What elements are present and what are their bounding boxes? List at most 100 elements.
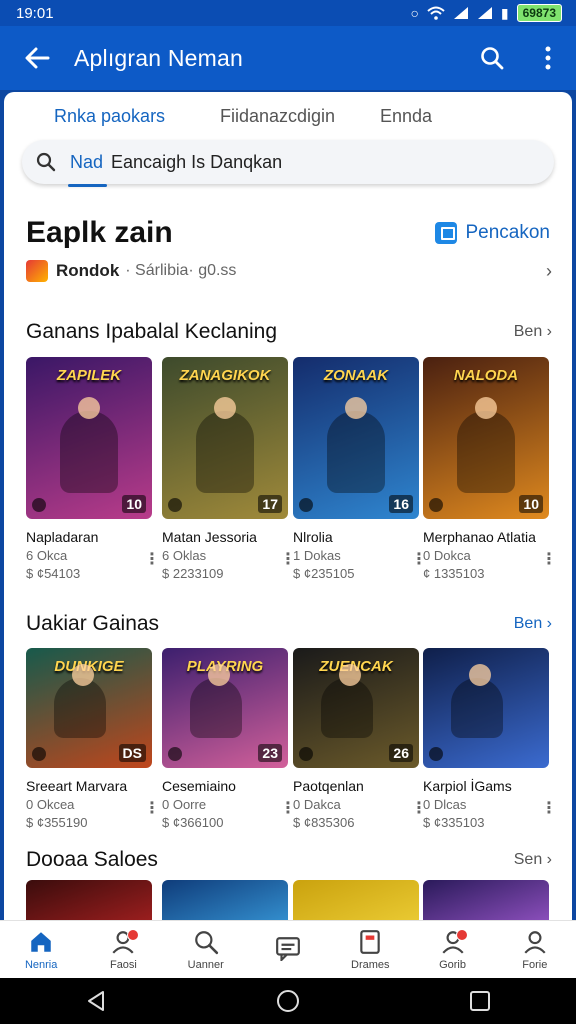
bookmark-icon — [360, 929, 381, 954]
platform-icon — [32, 747, 46, 761]
rating-badge: 26 — [389, 744, 413, 762]
card-more-icon[interactable]: ⋮ — [144, 549, 160, 569]
notification-badge — [126, 929, 139, 941]
game-thumbnail[interactable] — [423, 880, 549, 920]
rating-badge: DS — [118, 744, 146, 762]
card-more-icon[interactable]: ⋮ — [541, 798, 557, 818]
tab-rnka-paokars[interactable]: Rnka paokars — [54, 106, 165, 127]
nav-item[interactable]: Drames — [329, 921, 411, 978]
game-thumbnail[interactable]: ZUENCAK 26 — [293, 648, 419, 768]
chevron-right-icon: › — [546, 260, 552, 281]
see-more-link[interactable]: Sen › — [514, 851, 552, 869]
game-downloads: 0 Oorre — [162, 797, 207, 812]
rating-badge: 23 — [258, 744, 282, 762]
wifi-icon — [427, 6, 445, 20]
game-card[interactable]: DUNKIGE DS Sreeart Marvara 0 Okcea $ ¢355190… — [26, 648, 160, 830]
nav-item[interactable] — [247, 921, 329, 978]
game-thumbnail[interactable] — [423, 648, 549, 768]
search-input[interactable]: Eancaigh Is Danqkan — [111, 152, 282, 173]
game-thumbnail[interactable]: ZONAAK 16 — [293, 357, 419, 519]
game-thumbnail[interactable] — [26, 880, 152, 920]
status-icons: ○ ▮ 69873 — [410, 4, 562, 22]
section-title: Uakiar Gainas — [26, 612, 160, 635]
game-thumbnail[interactable]: ZANAGIKOK 17 — [162, 357, 288, 519]
see-more-link[interactable]: Ben › — [514, 615, 552, 633]
game-card[interactable]: ZUENCAK 26 Paotqenlan 0 Dakca $ ¢835306 ⋮ — [293, 648, 427, 830]
search-button[interactable] — [464, 26, 520, 90]
game-downloads: 0 Dokca — [423, 548, 471, 563]
game-price: $ ¢335103 — [423, 815, 485, 830]
battery-indicator: 69873 — [516, 4, 562, 22]
see-more-link[interactable]: Ben › — [514, 323, 552, 341]
platform-icon — [299, 498, 313, 512]
section-header: Dooaa Saloes Sen › — [26, 848, 552, 872]
system-navigation-bar — [0, 978, 576, 1024]
card-more-icon[interactable]: ⋮ — [541, 549, 557, 569]
game-thumbnail[interactable]: DUNKIGE DS — [26, 648, 152, 768]
game-card[interactable]: Karpiol İGams 0 Dlcas $ ¢335103 ⋮ — [423, 648, 557, 830]
system-recents-icon[interactable] — [469, 990, 491, 1012]
notification-badge — [455, 929, 468, 941]
pencakon-label: Pencakon — [465, 222, 550, 243]
game-thumbnail[interactable]: ZAPILEK 10 — [26, 357, 152, 519]
nav-label: Forie — [522, 958, 548, 971]
sim-icon: ▮ — [500, 4, 509, 21]
developer-subtitle: · Sárlibia· g0.ss — [125, 262, 237, 279]
game-card[interactable]: PLAYRING 23 Cesemiaino 0 Oorre $ ¢366100 ⋮ — [162, 648, 296, 830]
system-home-icon[interactable] — [276, 989, 300, 1013]
game-card[interactable]: ZANAGIKOK 17 Matan Jessoria 6 Oklas $ 223310… — [162, 357, 296, 581]
game-title: Merphanao Atlatia — [423, 529, 536, 545]
game-card[interactable] — [26, 880, 152, 920]
status-time: 19:01 — [16, 4, 54, 22]
game-card[interactable] — [423, 880, 549, 920]
back-button[interactable] — [0, 26, 74, 90]
main-content: Rnka paokars Fiidanazcdigin Ennda Nad Ea… — [4, 92, 572, 920]
more-options-button[interactable] — [520, 26, 576, 90]
character-art — [321, 664, 373, 738]
game-card[interactable]: NALODA 10 Merphanao Atlatia 0 Dokca ¢ 133510… — [423, 357, 557, 581]
search-icon — [36, 152, 56, 172]
nav-item[interactable]: Faosi — [82, 921, 164, 978]
search-icon — [194, 930, 218, 954]
card-more-icon[interactable]: ⋮ — [144, 798, 160, 818]
rating-badge: 10 — [519, 495, 543, 513]
game-thumbnail[interactable] — [162, 880, 288, 920]
game-downloads: 0 Dakca — [293, 797, 341, 812]
game-thumbnail[interactable] — [293, 880, 419, 920]
game-downloads: 6 Oklas — [162, 548, 207, 563]
search-bar[interactable]: Nad Eancaigh Is Danqkan — [22, 140, 554, 187]
game-card[interactable]: ZAPILEK 10 Napladaran 6 Okca $ ¢54103 ⋮ — [26, 357, 160, 581]
nav-label: Gorib — [439, 958, 466, 971]
person-icon — [524, 930, 546, 954]
pencakon-button[interactable]: Pencakon — [435, 222, 550, 244]
platform-icon — [168, 498, 182, 512]
game-thumbnail[interactable]: NALODA 10 — [423, 357, 549, 519]
app-name: Eaplk zain — [26, 216, 173, 249]
game-card[interactable] — [162, 880, 288, 920]
nav-item[interactable]: Gorib — [411, 921, 493, 978]
developer-row[interactable]: Rondok · Sárlibia· g0.ss › — [26, 258, 552, 284]
nav-item[interactable]: Nenria — [0, 921, 82, 978]
tab-ennda[interactable]: Ennda — [380, 106, 432, 127]
system-back-icon[interactable] — [85, 990, 107, 1012]
game-price: $ ¢355190 — [26, 815, 88, 830]
game-card[interactable]: ZONAAK 16 Nlrolia 1 Dokas $ ¢235105 ⋮ — [293, 357, 427, 581]
game-card[interactable] — [293, 880, 419, 920]
rating-badge: 10 — [122, 495, 146, 513]
nav-item[interactable]: Forie — [494, 921, 576, 978]
game-downloads: 0 Dlcas — [423, 797, 467, 812]
tab-fiidanazcdigin[interactable]: Fiidanazcdigin — [220, 106, 335, 127]
game-logo-art: ZANAGIKOK — [179, 367, 271, 384]
character-art — [196, 397, 254, 493]
game-thumbnail[interactable]: PLAYRING 23 — [162, 648, 288, 768]
nav-item[interactable]: Uanner — [165, 921, 247, 978]
see-more-label: Sen — [513, 851, 543, 868]
home-icon — [31, 931, 51, 952]
game-logo-art: NALODA — [453, 367, 519, 384]
section-title: Ganans Ipabalal Keclaning — [26, 320, 278, 343]
game-logo-art: ZONAAK — [323, 367, 389, 384]
section-header: Ganans Ipabalal Keclaning Ben › — [26, 320, 552, 344]
game-price: $ ¢366100 — [162, 815, 224, 830]
game-title: Cesemiaino — [162, 778, 236, 794]
nav-label: Uanner — [187, 958, 224, 971]
